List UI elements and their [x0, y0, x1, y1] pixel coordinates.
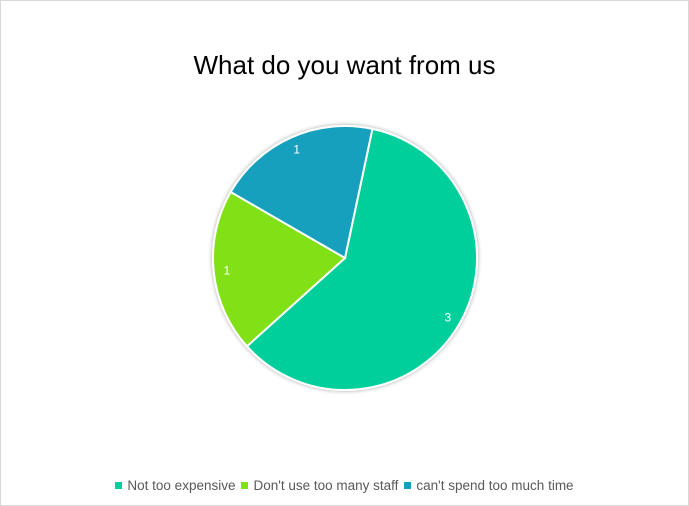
legend-label: Don't use too many staff	[253, 478, 399, 493]
legend-item-dont-use-too-many-staff: Don't use too many staff	[241, 478, 398, 493]
legend-label: Not too expensive	[127, 478, 236, 493]
legend-item-not-too-expensive: Not too expensive	[115, 478, 235, 493]
pie-chart: 3 1 1	[212, 125, 478, 391]
data-label: 1	[224, 263, 231, 277]
legend-swatch	[241, 482, 249, 489]
legend-swatch	[404, 482, 412, 489]
data-label: 3	[445, 310, 452, 324]
legend: Not too expensive Don't use too many sta…	[0, 478, 689, 493]
legend-swatch	[115, 482, 123, 489]
legend-item-cant-spend-too-much-time: can't spend too much time	[404, 478, 574, 493]
data-label: 1	[293, 142, 300, 156]
legend-label: can't spend too much time	[416, 478, 574, 493]
